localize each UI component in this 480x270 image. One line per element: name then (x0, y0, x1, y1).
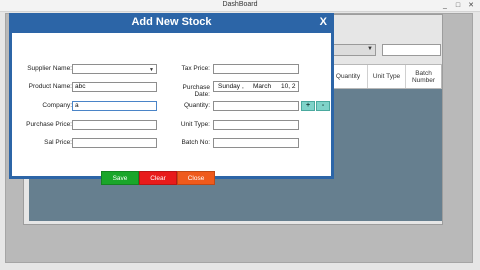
company-input[interactable]: a (72, 101, 157, 111)
dialog-title: Add New Stock (131, 16, 212, 28)
date-separator: , (242, 83, 244, 90)
quantity-label: Quantity: (183, 102, 210, 109)
window-close-icon[interactable]: ✕ (466, 1, 476, 10)
product-name-input[interactable]: abc (72, 82, 157, 92)
batch-no-input[interactable] (213, 138, 299, 148)
date-day-year: 10, 2 (281, 83, 296, 90)
column-header-batch-number[interactable]: Batch Number (405, 65, 441, 88)
maximize-icon[interactable]: □ (453, 1, 463, 10)
unit-type-label: Unit Type: (180, 121, 210, 128)
stock-grid-header: Quantity Unit Type Batch Number (328, 64, 442, 89)
dialog-close-button[interactable]: X (320, 16, 327, 28)
purchase-price-label: Purchase Price: (26, 121, 72, 128)
sal-price-label: Sal Price: (44, 139, 72, 146)
purchase-date-label: Purchase Date: (182, 84, 210, 98)
purchase-date-picker[interactable]: Sunday , March 10, 2 (213, 81, 299, 92)
quantity-increment-button[interactable]: + (301, 101, 315, 111)
column-header-unit-type[interactable]: Unit Type (367, 65, 405, 88)
dashboard-titlebar: DashBoard _ □ ✕ (0, 0, 480, 12)
dashboard-title: DashBoard (222, 1, 258, 8)
sal-price-input[interactable] (72, 138, 157, 148)
quantity-input[interactable] (213, 101, 299, 111)
date-month: March (253, 83, 272, 90)
minimize-icon[interactable]: _ (440, 1, 450, 10)
dialog-body: Supplier Name: Product Name: Company: Pu… (12, 33, 331, 185)
chevron-down-icon: ▼ (367, 46, 373, 52)
tax-price-label: Tax Price: (181, 65, 210, 72)
unit-type-input[interactable] (213, 120, 299, 130)
purchase-price-input[interactable] (72, 120, 157, 130)
supplier-name-label: Supplier Name: (27, 65, 72, 72)
chevron-down-icon: ▼ (149, 67, 154, 73)
quantity-decrement-button[interactable]: - (316, 101, 330, 111)
supplier-name-select[interactable]: ▼ (72, 64, 157, 74)
save-button[interactable]: Save (101, 171, 139, 185)
date-weekday: Sunday (218, 83, 241, 90)
close-button[interactable]: Close (177, 171, 215, 185)
clear-button[interactable]: Clear (139, 171, 177, 185)
company-label: Company: (42, 102, 72, 109)
batch-no-label: Batch No: (181, 139, 210, 146)
background-filter-select[interactable]: ▼ (327, 44, 376, 56)
background-search-input[interactable] (382, 44, 441, 56)
product-name-label: Product Name: (28, 83, 72, 90)
tax-price-input[interactable] (213, 64, 299, 74)
column-header-quantity[interactable]: Quantity (329, 65, 367, 88)
add-stock-dialog: Add New Stock X Supplier Name: Product N… (9, 13, 334, 185)
